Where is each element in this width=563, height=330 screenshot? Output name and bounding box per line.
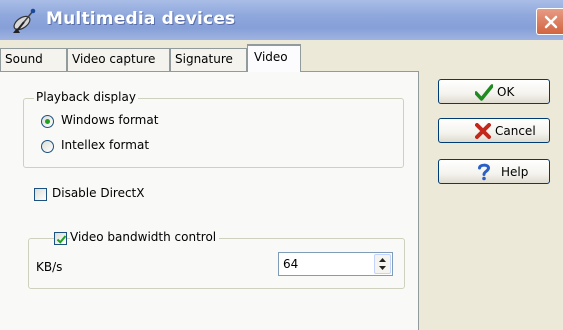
ok-button[interactable]: OK — [438, 79, 550, 104]
kbs-spinner[interactable]: 64 — [278, 252, 393, 276]
tab-sound[interactable]: Sound — [0, 48, 67, 71]
tab-signature[interactable]: Signature — [170, 48, 247, 71]
checkmark-icon — [475, 84, 493, 101]
playback-display-label: Playback display — [34, 90, 138, 104]
close-icon — [544, 15, 558, 29]
satellite-dish-icon — [13, 8, 36, 33]
video-bandwidth-label: Video bandwidth control — [70, 230, 220, 244]
tab-video-capture[interactable]: Video capture — [67, 48, 170, 71]
title-bar: Multimedia devices — [0, 0, 563, 40]
intellex-format-label: Intellex format — [61, 138, 150, 152]
help-label: Help — [501, 165, 529, 179]
tab-label: Signature — [175, 52, 233, 66]
playback-display-group — [23, 98, 404, 168]
intellex-format-radio[interactable] — [41, 140, 54, 153]
tab-label: Video capture — [72, 52, 156, 66]
kbs-value: 64 — [283, 257, 299, 271]
disable-directx-label: Disable DirectX — [52, 186, 145, 200]
spin-up-down-icon — [379, 258, 386, 270]
tab-label: Sound — [5, 52, 43, 66]
question-mark-icon — [478, 163, 491, 181]
cancel-button[interactable]: Cancel — [438, 118, 550, 143]
windows-format-radio[interactable] — [41, 115, 54, 128]
window-title: Multimedia devices — [46, 9, 236, 29]
spinner-buttons[interactable] — [374, 254, 391, 274]
cancel-label: Cancel — [495, 124, 536, 138]
checkmark-icon — [56, 235, 67, 244]
windows-format-label: Windows format — [61, 113, 159, 127]
help-button[interactable]: Help — [438, 159, 550, 184]
video-bandwidth-checkbox[interactable] — [54, 232, 67, 245]
disable-directx-checkbox[interactable] — [34, 188, 47, 201]
close-button[interactable] — [536, 8, 563, 35]
x-icon — [475, 123, 491, 139]
kbs-label: KB/s — [36, 260, 63, 274]
tab-label: Video — [254, 50, 288, 64]
ok-label: OK — [497, 85, 515, 99]
tab-video[interactable]: Video — [247, 44, 301, 72]
